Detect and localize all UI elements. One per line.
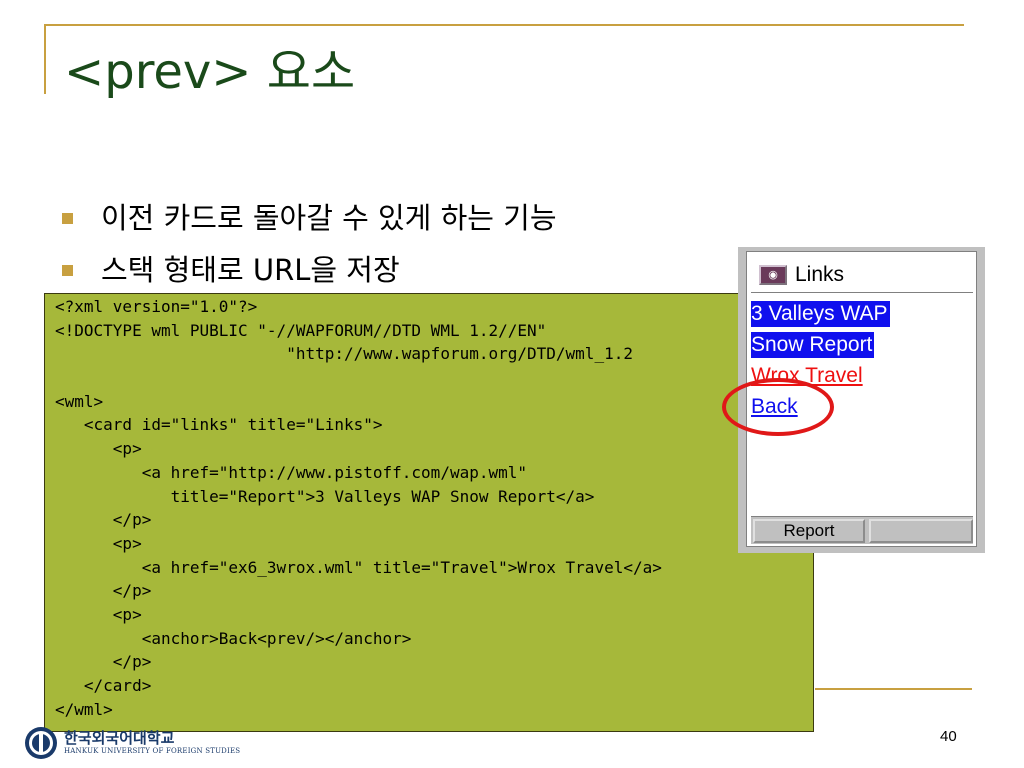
- bullet-square-icon: [62, 264, 73, 276]
- code-line: <p>: [55, 604, 142, 624]
- card-deck-icon: ◉: [759, 265, 787, 285]
- code-line: <?xml version="1.0"?>: [55, 297, 258, 316]
- code-line: </card>: [55, 676, 152, 695]
- code-line: <p>: [55, 439, 142, 459]
- code-line: "http://www.wapforum.org/DTD/wml_1.2: [55, 344, 633, 364]
- link-text: Snow Report: [751, 332, 875, 358]
- code-line: </p>: [55, 652, 152, 672]
- code-line: <anchor>Back<prev/></anchor>: [55, 628, 412, 648]
- highlight-ellipse: [722, 378, 834, 436]
- bottom-rule: [815, 688, 972, 690]
- logo-name: 한국외국어대학교: [64, 729, 175, 747]
- link-3-valleys[interactable]: 3 Valleys WAP: [751, 298, 890, 329]
- code-line: <a href="ex6_3wrox.wml" title="Travel">W…: [55, 557, 662, 577]
- card-title: Links: [795, 263, 845, 286]
- page-number: 40: [940, 728, 957, 745]
- link-text: 3 Valleys WAP: [751, 301, 890, 327]
- right-softkey[interactable]: [869, 519, 973, 543]
- code-block: <?xml version="1.0"?> <!DOCTYPE wml PUBL…: [44, 293, 814, 732]
- top-rule: [44, 24, 964, 26]
- code-line: <card id="links" title="Links">: [55, 415, 383, 435]
- code-line: </wml>: [55, 699, 113, 719]
- logo-text: 한국외국어대학교 HANKUK UNIVERSITY OF FOREIGN ST…: [64, 730, 240, 756]
- university-logo: 한국외국어대학교 HANKUK UNIVERSITY OF FOREIGN ST…: [24, 726, 240, 760]
- code-line: </p>: [55, 510, 152, 530]
- code-line: <p>: [55, 533, 142, 553]
- code-lines: <?xml version="1.0"?> <!DOCTYPE wml PUBL…: [45, 294, 813, 721]
- code-line: <a href="http://www.pistoff.com/wap.wml": [55, 462, 528, 482]
- link-snow-report[interactable]: Snow Report: [751, 329, 890, 360]
- bullet-item: 이전 카드로 돌아갈 수 있게 하는 기능: [62, 190, 557, 242]
- bullet-text: 이전 카드로 돌아갈 수 있게 하는 기능: [101, 201, 557, 235]
- softkey-bar: Report: [751, 516, 973, 544]
- bullet-item: 스택 형태로 URL을 저장: [62, 242, 557, 294]
- card-header: ◉ Links: [759, 260, 844, 290]
- code-line: <!DOCTYPE wml PUBLIC "-//WAPFORUM//DTD W…: [55, 320, 547, 340]
- code-line: </p>: [55, 581, 152, 601]
- code-line: <wml>: [55, 391, 104, 411]
- report-softkey[interactable]: Report: [753, 519, 865, 543]
- header-divider: [751, 292, 973, 293]
- university-seal-icon: [25, 727, 57, 759]
- left-rule: [44, 24, 46, 94]
- bullet-text: 스택 형태로 URL을 저장: [101, 253, 400, 287]
- code-line: title="Report">3 Valleys WAP Snow Report…: [55, 486, 595, 506]
- slide-title: <prev> 요소: [64, 44, 356, 100]
- bullet-square-icon: [62, 212, 73, 224]
- logo-subtitle: HANKUK UNIVERSITY OF FOREIGN STUDIES: [64, 747, 241, 755]
- bullet-list: 이전 카드로 돌아갈 수 있게 하는 기능 스택 형태로 URL을 저장: [62, 190, 557, 294]
